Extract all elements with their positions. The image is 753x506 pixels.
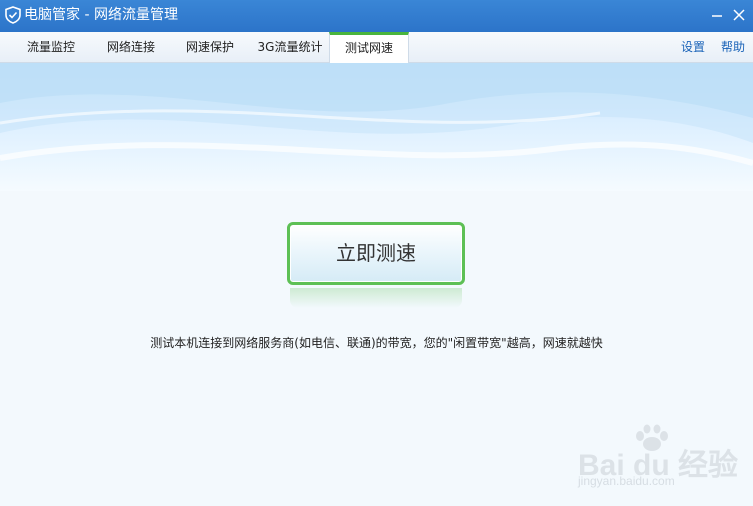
- minimize-icon[interactable]: [708, 6, 726, 24]
- settings-link[interactable]: 设置: [681, 32, 705, 62]
- shield-logo-icon: [5, 6, 21, 24]
- watermark-url: jingyan.baidu.com: [578, 474, 675, 488]
- help-link[interactable]: 帮助: [721, 32, 745, 62]
- title-bar: 电脑管家 - 网络流量管理: [0, 0, 753, 32]
- start-speed-test-button[interactable]: 立即测速: [287, 222, 465, 285]
- tab-network-connections[interactable]: 网络连接: [96, 32, 166, 62]
- speed-test-description: 测试本机连接到网络服务商(如电信、联通)的带宽，您的"闲置带宽"越高，网速就越快: [150, 336, 603, 350]
- tab-bar: 流量监控 网络连接 网速保护 3G流量统计 测试网速 设置 帮助: [0, 32, 753, 63]
- window-title: 电脑管家 - 网络流量管理: [24, 7, 178, 23]
- tab-speed-protection[interactable]: 网速保护: [175, 32, 245, 62]
- tab-3g-stats[interactable]: 3G流量统计: [252, 32, 328, 62]
- tab-speed-test[interactable]: 测试网速: [329, 32, 409, 63]
- baidu-watermark: Bai du 经验 jingyan.baidu.com: [572, 424, 752, 504]
- tab-traffic-monitor[interactable]: 流量监控: [16, 32, 86, 62]
- header-banner: [0, 63, 753, 191]
- close-icon[interactable]: [730, 6, 748, 24]
- button-reflection: [290, 288, 462, 308]
- wave-decoration: [0, 63, 753, 166]
